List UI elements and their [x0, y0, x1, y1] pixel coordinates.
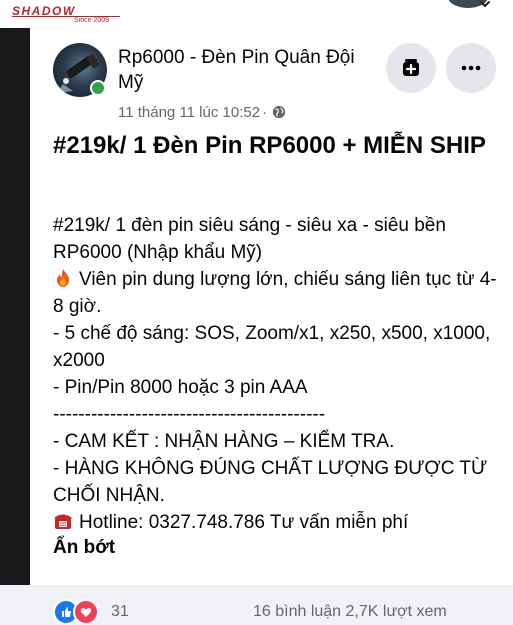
top-bar: SHADOW Since 2009: [0, 0, 513, 28]
post-timestamp[interactable]: 11 tháng 11 lúc 10:52: [118, 104, 260, 121]
left-edge-background: [0, 28, 30, 585]
body-line: - Pin/Pin 8000 hoặc 3 pin AAA: [53, 377, 308, 398]
body-line: #219k/ 1 đèn pin siêu sáng - siêu xa - s…: [53, 212, 503, 239]
post-meta: 11 tháng 11 lúc 10:52 ·: [118, 102, 286, 122]
body-line: Viên pin dung lượng lớn, chiếu sáng liên…: [53, 266, 503, 320]
add-bookmark-icon: [403, 59, 419, 76]
more-options-icon: [461, 65, 481, 71]
logo-tagline: Since 2009: [74, 17, 110, 24]
body-line-text: Hotline: 0327.748.786 Tư vấn miễn phí: [79, 512, 409, 533]
body-line: - 5 chế độ sáng: SOS, Zoom/x1, x250, x50…: [53, 323, 491, 371]
post-body: #219k/ 1 đèn pin siêu sáng - siêu xa - s…: [53, 212, 503, 536]
meta-separator: ·: [262, 103, 268, 121]
save-post-button[interactable]: [386, 43, 436, 93]
telephone-icon: [54, 514, 72, 529]
body-line: RP6000 (Nhập khẩu Mỹ): [53, 242, 263, 263]
body-line: Hotline: 0327.748.786 Tư vấn miễn phí: [53, 509, 503, 536]
globe-icon[interactable]: [272, 105, 286, 119]
hashtag-link[interactable]: #219k: [53, 215, 105, 236]
fire-icon: [57, 269, 69, 287]
post-stats[interactable]: 16 bình luận 2,7K lượt xem: [253, 603, 447, 621]
more-options-button[interactable]: [446, 43, 496, 93]
online-status-dot: [90, 80, 106, 96]
reaction-summary[interactable]: 31: [53, 599, 129, 625]
chevron-down-icon[interactable]: [478, 0, 492, 10]
brand-logo[interactable]: SHADOW Since 2009: [12, 4, 120, 26]
divider-line: ----------------------------------------…: [53, 404, 326, 425]
body-line: - CAM KẾT : NHẬN HÀNG – KIỂM TRA.: [53, 431, 395, 452]
body-line-text: Viên pin dung lượng lớn, chiếu sáng liên…: [53, 269, 497, 317]
post-title: #219k/ 1 Đèn Pin RP6000 + MIỄN SHIP: [53, 132, 486, 159]
page-name-link[interactable]: Rp6000 - Đèn Pin Quân Đội Mỹ: [118, 45, 382, 95]
love-reaction-icon: [73, 599, 99, 625]
body-line: - HÀNG KHÔNG ĐÚNG CHẤT LƯỢNG ĐƯỢC TỪ CHỐ…: [53, 458, 488, 506]
post-card: Rp6000 - Đèn Pin Quân Đội Mỹ 11 tháng 11…: [30, 28, 513, 625]
see-less-button[interactable]: Ẩn bớt: [53, 537, 115, 559]
reaction-count: 31: [111, 603, 129, 620]
body-line-text: / 1 đèn pin siêu sáng - siêu xa - siêu b…: [104, 215, 446, 236]
